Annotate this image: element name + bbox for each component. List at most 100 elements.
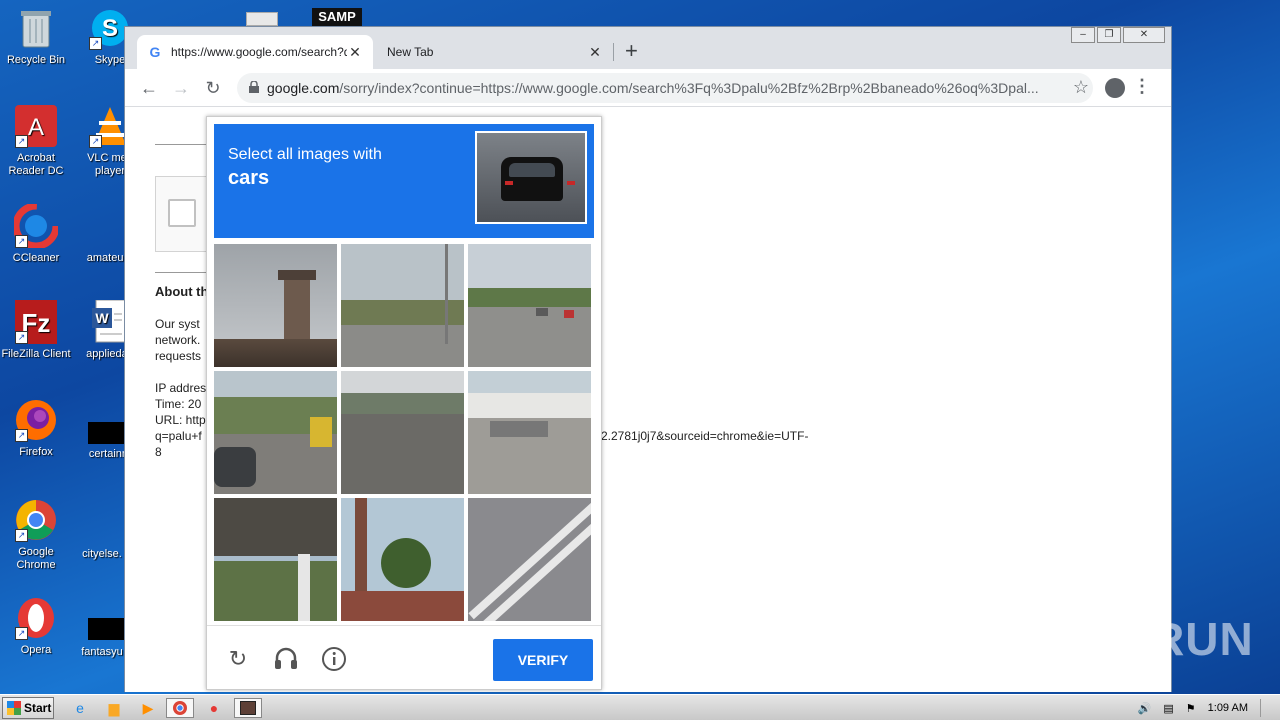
car-shape: [501, 157, 575, 201]
tab-title: https://www.google.com/search?q=: [171, 45, 347, 59]
info-line: URL: http: [155, 413, 206, 427]
captcha-challenge: Select all images with cars ↻ VERIFY: [206, 116, 602, 690]
desktop-icon-recycle-bin[interactable]: Recycle Bin: [0, 6, 72, 67]
tab-google-search[interactable]: G https://www.google.com/search?q= ✕: [137, 35, 373, 69]
windows-logo-icon: [7, 701, 21, 715]
taskbar-media-player-icon[interactable]: ▶: [134, 698, 162, 718]
chrome-icon: ↗: [13, 498, 59, 542]
captcha-target: cars: [228, 167, 270, 189]
desktop-icon-samp[interactable]: SAMP: [312, 8, 362, 26]
start-label: Start: [24, 701, 52, 715]
desktop-icon-label: CCleaner: [12, 252, 60, 264]
svg-text:S: S: [102, 15, 118, 42]
audio-challenge-icon[interactable]: [273, 646, 299, 672]
url-tail-text: 2.2781j0j7&sourceid=chrome&ie=UTF-: [601, 429, 809, 443]
new-tab-button[interactable]: +: [625, 39, 638, 63]
back-button[interactable]: ←: [137, 76, 161, 100]
file-icon[interactable]: [246, 12, 278, 26]
sample-car-image: [475, 131, 587, 224]
url-path: /sorry/index?continue=https://www.google…: [339, 80, 1039, 96]
desktop-icon-label-line2: Reader DC: [8, 165, 64, 177]
image-tile-5[interactable]: [341, 371, 464, 494]
toolbar: ← → ↻ google.com/sorry/index?continue=ht…: [125, 69, 1171, 107]
para-line: Our syst: [155, 317, 200, 331]
start-button[interactable]: Start: [2, 697, 54, 719]
taskbar-explorer-icon[interactable]: ▆: [100, 698, 128, 718]
acrobat-icon: A ↗: [13, 104, 59, 148]
desktop-icon-label-line2: Chrome: [16, 559, 56, 571]
desktop-icon-label: Recycle Bin: [6, 54, 66, 66]
image-tile-4[interactable]: [214, 371, 337, 494]
google-favicon-icon: G: [149, 44, 161, 60]
tab-title: New Tab: [387, 45, 434, 59]
firefox-icon: ↗: [13, 398, 59, 442]
desktop-icon-firefox[interactable]: ↗ Firefox: [0, 398, 72, 459]
info-line: IP addres: [155, 381, 207, 395]
bookmark-star-icon[interactable]: ☆: [1073, 77, 1089, 98]
opera-icon: ↗: [13, 596, 59, 640]
desktop-icon-filezilla[interactable]: Fz ↗ FileZilla Client: [0, 300, 72, 361]
shortcut-arrow-icon: ↗: [15, 331, 28, 344]
desktop-icon-label: FileZilla Client: [1, 348, 71, 360]
taskbar-ie-icon[interactable]: e: [66, 698, 94, 718]
desktop-icon-label-line1: Acrobat: [17, 152, 55, 164]
image-tile-7[interactable]: [214, 498, 337, 621]
desktop-icon-chrome[interactable]: ↗ Google Chrome: [0, 498, 72, 572]
recaptcha-checkbox[interactable]: [168, 199, 196, 227]
network-icon[interactable]: ▤: [1163, 702, 1173, 715]
tab-new-tab[interactable]: New Tab ✕: [377, 35, 613, 69]
show-desktop-button[interactable]: [1260, 699, 1274, 717]
captcha-instruction: Select all images with: [228, 146, 382, 163]
window-controls: – ❐ ✕: [1069, 27, 1165, 43]
desktop-icon-acrobat[interactable]: A ↗ Acrobat Reader DC: [0, 104, 72, 178]
desktop-icon-label: Firefox: [19, 446, 53, 458]
tab-close-icon[interactable]: ✕: [587, 44, 603, 61]
ccleaner-icon: ↗: [13, 204, 59, 248]
info-line: Time: 20: [155, 397, 202, 411]
reload-button[interactable]: ↻: [201, 76, 225, 100]
minimize-button[interactable]: –: [1071, 27, 1095, 43]
image-tile-2[interactable]: [341, 244, 464, 367]
image-tile-9[interactable]: [468, 498, 591, 621]
captcha-footer: ↻ VERIFY: [207, 625, 601, 691]
shortcut-arrow-icon: ↗: [89, 135, 102, 148]
forward-button[interactable]: →: [169, 76, 193, 100]
filezilla-icon: Fz ↗: [13, 300, 59, 344]
image-tile-8[interactable]: [341, 498, 464, 621]
clock[interactable]: 1:09 AM: [1208, 702, 1248, 714]
desktop-icon-ccleaner[interactable]: ↗ CCleaner: [0, 204, 72, 265]
captcha-header: Select all images with cars: [214, 124, 594, 238]
redacted-icon: [88, 618, 124, 640]
svg-text:W: W: [95, 310, 109, 326]
tab-close-icon[interactable]: ✕: [347, 44, 363, 61]
taskbar-opera-icon[interactable]: ●: [200, 698, 228, 718]
address-bar[interactable]: google.com/sorry/index?continue=https://…: [237, 73, 1093, 103]
shortcut-arrow-icon: ↗: [15, 235, 28, 248]
shortcut-arrow-icon: ↗: [15, 529, 28, 542]
profile-avatar-icon[interactable]: [1105, 78, 1125, 98]
info-icon[interactable]: [321, 646, 347, 672]
flag-icon[interactable]: ⚑: [1186, 702, 1196, 715]
svg-text:A: A: [28, 114, 44, 141]
shortcut-arrow-icon: ↗: [89, 37, 102, 50]
desktop-icon-opera[interactable]: ↗ Opera: [0, 596, 72, 657]
taskbar-samp-icon[interactable]: [234, 698, 262, 718]
window-close-button[interactable]: ✕: [1123, 27, 1165, 43]
para-line: network.: [155, 333, 201, 347]
taskbar-chrome-icon[interactable]: [166, 698, 194, 718]
url-host: google.com: [267, 80, 340, 96]
restore-button[interactable]: ❐: [1097, 27, 1121, 43]
verify-button[interactable]: VERIFY: [493, 639, 593, 681]
menu-dots-icon[interactable]: ⋮: [1133, 76, 1151, 97]
volume-icon[interactable]: 🔊: [1138, 702, 1152, 715]
info-line: 8: [155, 445, 162, 459]
desktop-icon-label-line1: Google: [18, 546, 54, 558]
system-tray: 🔊 ▤ ⚑ 1:09 AM: [1132, 695, 1280, 720]
image-tile-3[interactable]: [468, 244, 591, 367]
reload-icon[interactable]: ↻: [225, 646, 251, 672]
desktop-icon-label: SAMP: [318, 9, 356, 24]
image-tile-6[interactable]: [468, 371, 591, 494]
shortcut-arrow-icon: ↗: [15, 135, 28, 148]
image-tile-1[interactable]: [214, 244, 337, 367]
para-line: requests: [155, 349, 202, 363]
